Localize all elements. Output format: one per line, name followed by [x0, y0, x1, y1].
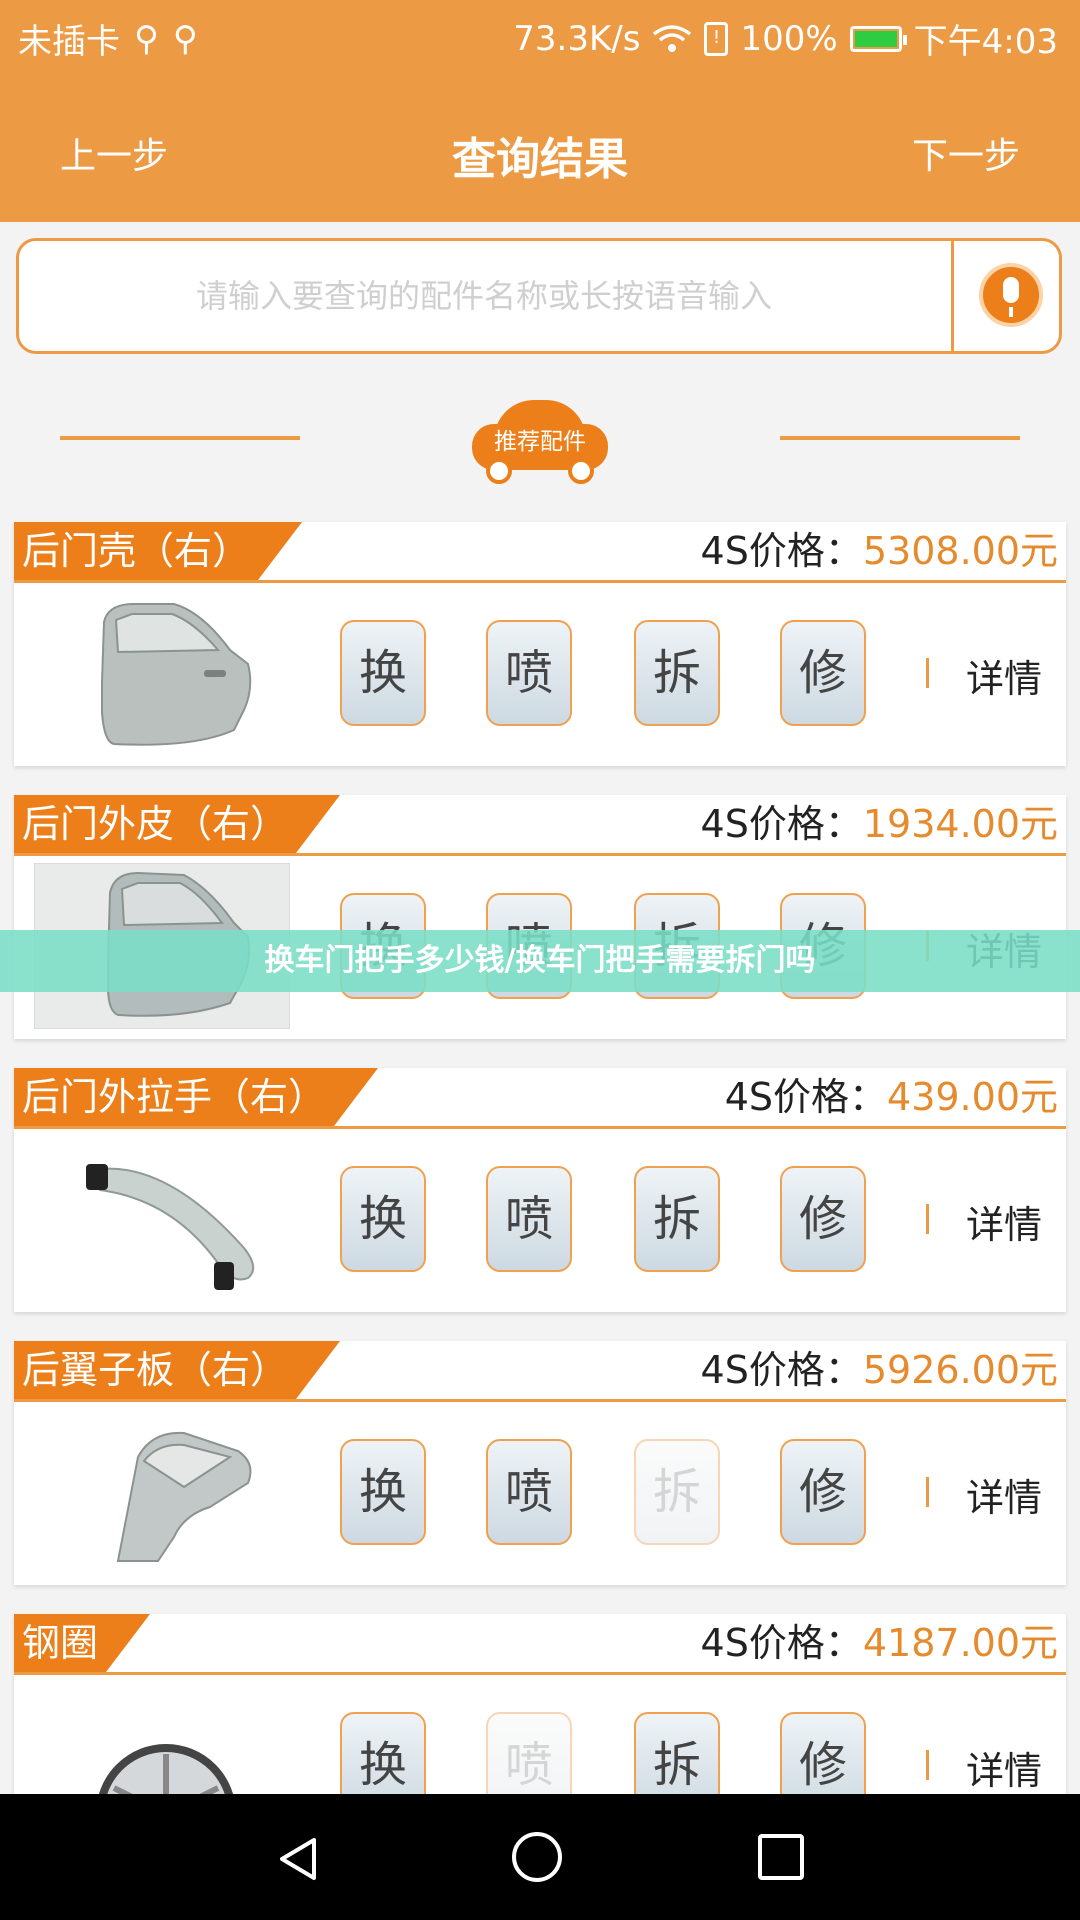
part-price: 4S价格：5926.00元: [701, 1341, 1058, 1399]
repair-button[interactable]: 修: [780, 1439, 866, 1545]
search-divider: [951, 241, 954, 351]
price-label: 4S价格：: [700, 1621, 863, 1665]
card-header: 后翼子板（右） 4S价格：5926.00元: [14, 1341, 1066, 1402]
price-label: 4S价格：: [724, 1075, 888, 1119]
detail-divider: [926, 658, 929, 688]
search-box: [16, 238, 1062, 354]
title-banner-overlay: 换车门把手多少钱/换车门把手需要拆门吗: [0, 930, 1080, 992]
detail-divider: [926, 1204, 929, 1234]
part-name: 后门外皮（右）: [14, 795, 340, 853]
back-icon[interactable]: [274, 1834, 324, 1884]
clock: 下午4:03: [913, 22, 1058, 62]
network-speed: 73.3K/s: [513, 18, 641, 59]
detail-divider: [926, 1477, 929, 1507]
detail-link[interactable]: 详情: [966, 1194, 1042, 1249]
remove-button[interactable]: 拆: [634, 1166, 720, 1272]
part-name: 后门壳（右）: [14, 522, 302, 580]
replace-button[interactable]: 换: [340, 1439, 426, 1545]
remove-button[interactable]: 拆: [634, 620, 720, 726]
replace-button[interactable]: 换: [340, 1166, 426, 1272]
paint-button[interactable]: 喷: [486, 1166, 572, 1272]
rear-fender-image: [116, 1431, 252, 1562]
part-name: 后门外拉手（右）: [14, 1068, 378, 1126]
detail-divider: [926, 1750, 929, 1780]
rear-door-shell-image: [101, 603, 252, 746]
part-price: 4S价格：1934.00元: [701, 795, 1058, 853]
car-icon: 推荐配件: [472, 400, 608, 484]
card-header: 后门外皮（右） 4S价格：1934.00元: [14, 795, 1066, 856]
detail-link[interactable]: 详情: [966, 648, 1042, 703]
battery-icon: [849, 25, 907, 52]
wifi-icon: [653, 24, 692, 52]
search-input[interactable]: [19, 241, 949, 351]
repair-button[interactable]: 修: [780, 620, 866, 726]
card-header: 后门壳（右） 4S价格：5308.00元: [14, 522, 1066, 583]
price-value: 4187.00元: [862, 1621, 1058, 1665]
paint-button[interactable]: 喷: [486, 620, 572, 726]
part-card: 后门壳（右） 4S价格：5308.00元 换 喷 拆 修 详情: [14, 522, 1066, 766]
part-price: 4S价格：4187.00元: [701, 1614, 1058, 1672]
door-handle-image: [86, 1164, 255, 1290]
paint-button[interactable]: 喷: [486, 1439, 572, 1545]
section-divider-left: [60, 436, 300, 440]
microphone-icon[interactable]: [979, 263, 1043, 327]
part-card: 后翼子板（右） 4S价格：5926.00元 换 喷 拆 修 详情: [14, 1341, 1066, 1585]
usb-icon: ⚲: [172, 18, 198, 59]
section-divider-right: [780, 436, 1020, 440]
recent-apps-icon[interactable]: [758, 1834, 804, 1880]
home-icon[interactable]: [512, 1832, 562, 1882]
price-label: 4S价格：: [700, 1348, 863, 1392]
price-label: 4S价格：: [700, 529, 863, 573]
part-name: 钢圈: [14, 1614, 150, 1672]
remove-button: 拆: [634, 1439, 720, 1545]
usb-icon: ⚲: [134, 18, 159, 59]
price-value: 1934.00元: [862, 802, 1058, 846]
detail-link[interactable]: 详情: [966, 1467, 1042, 1522]
part-price: 4S价格：439.00元: [725, 1068, 1058, 1126]
part-card: 后门外拉手（右） 4S价格：439.00元 换 喷 拆 修 详情: [14, 1068, 1066, 1312]
part-price: 4S价格：5308.00元: [701, 522, 1058, 580]
next-step-button[interactable]: 下一步: [912, 127, 1020, 179]
sim-alert-icon: !: [704, 21, 729, 56]
detail-link[interactable]: 详情: [966, 1740, 1042, 1795]
replace-button[interactable]: 换: [340, 620, 426, 726]
nav-bar: 上一步 查询结果 下一步: [0, 95, 1080, 195]
card-header: 钢圈 4S价格：4187.00元: [14, 1614, 1066, 1675]
status-bar: 未插卡 ⚲ ⚲ 73.3K/s ! 100% 下午4:03: [0, 0, 1080, 78]
repair-button[interactable]: 修: [780, 1166, 866, 1272]
card-header: 后门外拉手（右） 4S价格：439.00元: [14, 1068, 1066, 1129]
part-card: 后门外皮（右） 4S价格：1934.00元 换 喷 拆 修 详情: [14, 795, 1066, 1039]
section-title: 推荐配件: [494, 429, 586, 455]
price-label: 4S价格：: [700, 802, 863, 846]
carrier-text: 未插卡: [18, 22, 120, 62]
price-value: 5926.00元: [862, 1348, 1058, 1392]
battery-percent: 100%: [740, 18, 838, 59]
price-value: 439.00元: [887, 1075, 1058, 1119]
system-navigation-bar: [0, 1794, 1080, 1920]
part-name: 后翼子板（右）: [14, 1341, 340, 1399]
price-value: 5308.00元: [862, 529, 1058, 573]
